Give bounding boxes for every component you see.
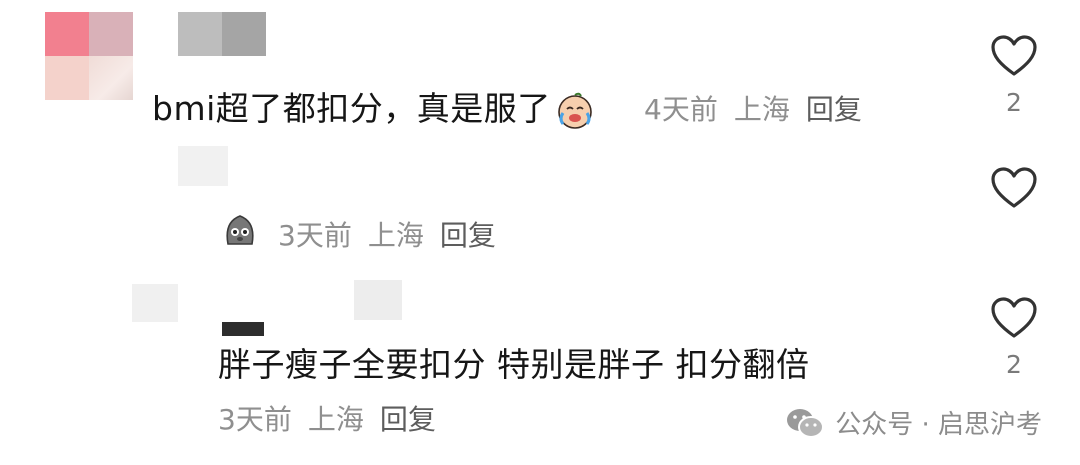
comment-meta: 3天前 上海 回复 <box>278 214 496 254</box>
like-button[interactable] <box>986 166 1042 210</box>
comment-meta: 4天前 上海 回复 <box>644 88 862 128</box>
avatar-tile <box>89 56 133 100</box>
avatar-tile <box>45 12 89 56</box>
reply-emoji <box>220 210 260 250</box>
heart-outline-icon <box>991 167 1037 208</box>
like-count: 2 <box>1006 350 1022 379</box>
like-button[interactable]: 2 <box>986 296 1042 379</box>
redaction-block <box>222 322 264 336</box>
comment-meta: 3天前 上海 回复 <box>218 398 436 438</box>
gray-blob-face-icon <box>220 210 260 250</box>
reply-button[interactable]: 回复 <box>380 398 436 438</box>
avatar-tile <box>89 12 133 56</box>
comment-text: 胖子瘦子全要扣分 特别是胖子 扣分翻倍 <box>218 345 810 384</box>
reply-button[interactable]: 回复 <box>806 88 862 128</box>
heart-outline-icon <box>991 297 1037 338</box>
heart-outline-icon <box>991 35 1037 76</box>
comment-time: 3天前 <box>278 219 352 252</box>
username-redacted[interactable] <box>354 280 402 320</box>
comment-time: 4天前 <box>644 93 718 126</box>
redaction-block <box>178 12 222 56</box>
comment-time: 3天前 <box>218 403 292 436</box>
avatar[interactable] <box>45 12 133 100</box>
like-count: 2 <box>1006 88 1022 117</box>
comment-text: bmi超了都扣分，真是服了 <box>152 82 595 131</box>
avatar[interactable] <box>178 146 228 186</box>
wechat-icon <box>787 408 825 438</box>
comment-location: 上海 <box>367 219 424 252</box>
reply-button[interactable]: 回复 <box>440 214 496 254</box>
crying-laughing-face-icon <box>555 91 595 131</box>
comment-location: 上海 <box>733 93 790 126</box>
watermark-text: 公众号 · 启思沪考 <box>835 410 1042 440</box>
comment-location: 上海 <box>307 403 364 436</box>
avatar[interactable] <box>132 284 178 322</box>
comment-text-content: bmi超了都扣分，真是服了 <box>152 89 551 128</box>
username-redacted[interactable] <box>178 12 266 56</box>
avatar-tile <box>45 56 89 100</box>
redaction-block <box>222 12 266 56</box>
like-button[interactable]: 2 <box>986 34 1042 117</box>
watermark: 公众号 · 启思沪考 <box>785 404 1042 441</box>
